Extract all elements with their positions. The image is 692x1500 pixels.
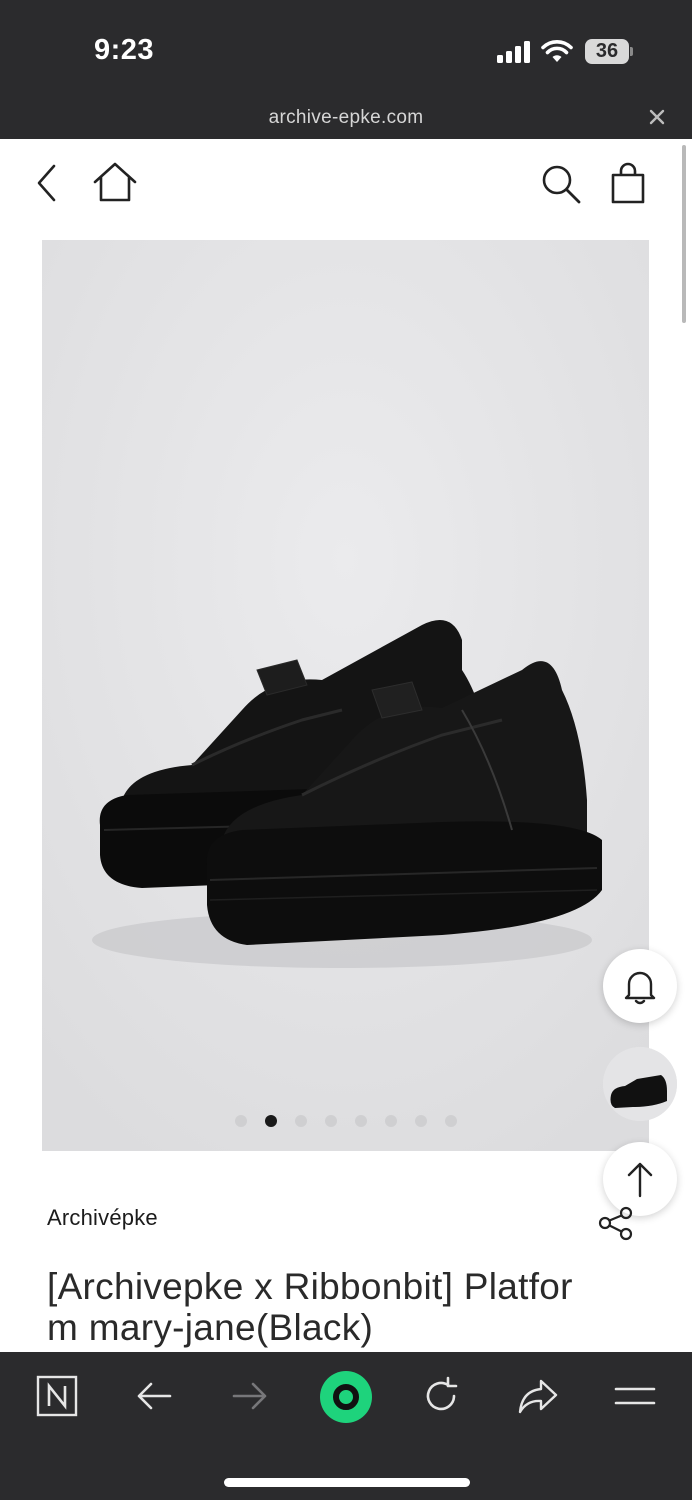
notification-button[interactable] [603,949,677,1023]
product-title: [Archivepke x Ribbonbit] Platfor m mary-… [47,1266,637,1348]
thumbnail-image [603,1047,677,1121]
share-arrow-icon[interactable] [517,1377,559,1415]
brand-name[interactable]: Archivépke [47,1205,158,1231]
page-scrollbar[interactable] [682,145,686,323]
carousel-dot[interactable] [414,1115,427,1127]
refresh-icon[interactable] [421,1376,461,1416]
home-icon[interactable] [92,161,138,203]
carousel-dot[interactable] [444,1115,457,1127]
share-icon[interactable] [596,1205,636,1241]
product-title-line: [Archivepke x Ribbonbit] Platfor [47,1266,573,1307]
battery-level: 36 [595,40,619,62]
battery-icon: 36 [585,39,633,64]
carousel-dot[interactable] [354,1115,367,1127]
product-photo [42,240,649,1151]
wifi-icon [541,40,573,62]
carousel-dot[interactable] [324,1115,337,1127]
search-icon[interactable] [540,163,582,205]
green-dot-button[interactable] [319,1370,373,1424]
carousel-dot[interactable] [234,1115,247,1127]
signal-icon [497,41,531,63]
bell-icon [624,971,656,1005]
home-indicator[interactable] [224,1478,470,1487]
shopping-bag-icon[interactable] [610,161,646,205]
back-arrow-icon[interactable] [136,1378,172,1414]
site-header [0,139,692,239]
carousel-indicator [42,1115,649,1129]
carousel-dot[interactable] [294,1115,307,1127]
product-title-line: m mary-jane(Black) [47,1307,374,1348]
url-domain[interactable]: archive-epke.com [0,107,692,129]
carousel-dot-active[interactable] [264,1115,277,1127]
forward-arrow-icon[interactable] [232,1378,268,1414]
status-time: 9:23 [94,34,155,66]
menu-icon[interactable] [614,1384,656,1408]
close-icon[interactable] [646,106,668,128]
product-image-carousel[interactable] [42,240,649,1151]
arrow-up-icon [627,1162,653,1198]
carousel-dot[interactable] [384,1115,397,1127]
browser-chrome-top: 9:23 36 archive-epke.com [0,0,692,139]
product-thumbnail[interactable] [603,1047,677,1121]
naver-logo-icon[interactable] [36,1375,78,1417]
back-icon[interactable] [32,163,62,203]
